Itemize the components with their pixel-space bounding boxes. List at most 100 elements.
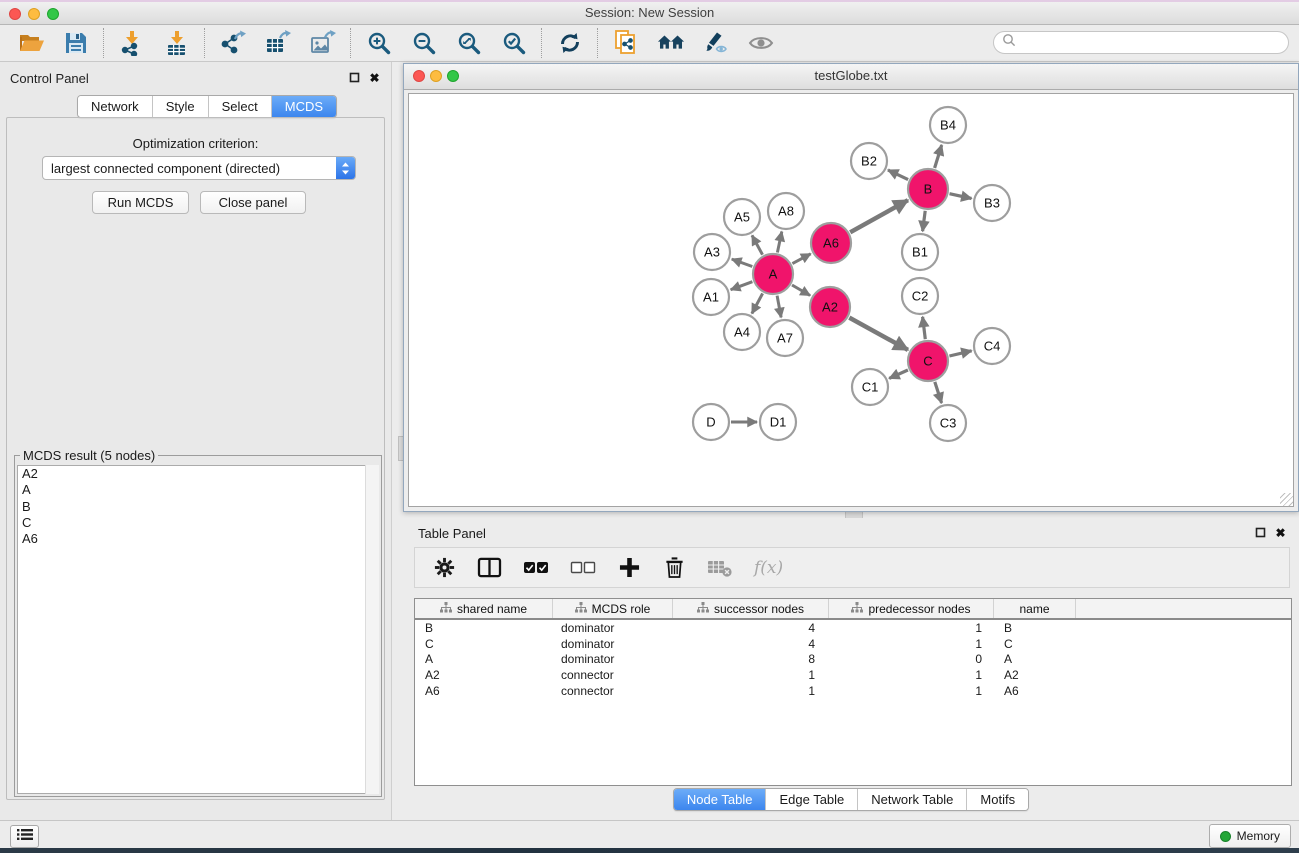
graph-edge-C-C4[interactable] (949, 351, 971, 356)
float-table-panel-icon[interactable] (1254, 526, 1267, 539)
network-window-titlebar[interactable]: testGlobe.txt (404, 64, 1298, 90)
save-session-icon[interactable] (62, 29, 90, 57)
resize-grip[interactable] (1280, 493, 1293, 506)
graph-node-C[interactable]: C (908, 341, 948, 381)
result-list-item[interactable]: A (18, 482, 378, 498)
graph-edge-A6-B[interactable] (850, 200, 908, 232)
graph-edge-C-C3[interactable] (935, 382, 942, 403)
graph-edge-A2-C[interactable] (849, 318, 908, 350)
status-menu-button[interactable] (10, 825, 39, 848)
graph-edge-A-A8[interactable] (777, 232, 781, 253)
graph-edge-A-A7[interactable] (777, 296, 781, 318)
export-table-icon[interactable] (264, 29, 292, 57)
table-cell[interactable]: 1 (829, 668, 994, 682)
search-input[interactable] (1021, 35, 1288, 51)
result-list-item[interactable]: A6 (18, 531, 378, 547)
delete-column-icon[interactable] (662, 555, 686, 581)
graph-node-A1[interactable]: A1 (693, 279, 729, 315)
close-window-button[interactable] (9, 8, 21, 20)
table-row[interactable]: A2connector11A2 (415, 667, 1291, 683)
tab-mcds[interactable]: MCDS (271, 96, 336, 117)
graph-node-D1[interactable]: D1 (760, 404, 796, 440)
result-list-item[interactable]: A2 (18, 466, 378, 482)
add-column-icon[interactable] (617, 555, 641, 581)
open-session-icon[interactable] (17, 29, 45, 57)
table-cell[interactable]: A (994, 652, 1076, 666)
graph-node-A5[interactable]: A5 (724, 199, 760, 235)
graph-edge-A-A1[interactable] (731, 282, 753, 290)
import-network-icon[interactable] (118, 29, 146, 57)
close-panel-icon[interactable]: ✖ (368, 71, 381, 84)
column-header-name[interactable]: name (994, 599, 1076, 618)
network-close-button[interactable] (413, 70, 425, 82)
result-list-item[interactable]: C (18, 515, 378, 531)
table-cell[interactable]: 1 (829, 621, 994, 635)
graph-node-A7[interactable]: A7 (767, 320, 803, 356)
table-tab-edge-table[interactable]: Edge Table (765, 789, 857, 810)
table-tab-motifs[interactable]: Motifs (966, 789, 1028, 810)
table-cell[interactable]: C (415, 637, 553, 651)
table-cell[interactable]: A (415, 652, 553, 666)
graph-node-C1[interactable]: C1 (852, 369, 888, 405)
settings-gear-icon[interactable] (432, 555, 456, 581)
table-row[interactable]: Adominator80A (415, 652, 1291, 668)
deselect-all-icon[interactable] (570, 555, 596, 581)
show-hide-icon[interactable] (747, 29, 775, 57)
graph-edge-A-A2[interactable] (792, 285, 810, 296)
graph-edge-C-C2[interactable] (923, 317, 926, 339)
mcds-result-list[interactable]: A2ABCA6 (17, 465, 379, 794)
import-table-icon[interactable] (163, 29, 191, 57)
zoom-in-icon[interactable] (365, 29, 393, 57)
graph-edge-A-A4[interactable] (752, 293, 763, 313)
export-image-icon[interactable] (309, 29, 337, 57)
network-zoom-button[interactable] (447, 70, 459, 82)
graph-node-A8[interactable]: A8 (768, 193, 804, 229)
table-cell[interactable]: 4 (673, 637, 829, 651)
table-cell[interactable]: A2 (415, 668, 553, 682)
table-cell[interactable]: 0 (829, 652, 994, 666)
result-list-item[interactable]: B (18, 499, 378, 515)
graph-node-C4[interactable]: C4 (974, 328, 1010, 364)
table-cell[interactable]: dominator (553, 621, 673, 635)
graph-node-B3[interactable]: B3 (974, 185, 1010, 221)
minimize-window-button[interactable] (28, 8, 40, 20)
table-tab-network-table[interactable]: Network Table (857, 789, 966, 810)
export-network-icon[interactable] (219, 29, 247, 57)
network-minimize-button[interactable] (430, 70, 442, 82)
column-header-predecessor-nodes[interactable]: predecessor nodes (829, 599, 994, 618)
graph-edge-A-A5[interactable] (752, 235, 763, 254)
graph-node-A6[interactable]: A6 (811, 223, 851, 263)
graph-node-A4[interactable]: A4 (724, 314, 760, 350)
table-cell[interactable]: B (994, 621, 1076, 635)
graph-node-C3[interactable]: C3 (930, 405, 966, 441)
zoom-window-button[interactable] (47, 8, 59, 20)
table-row[interactable]: A6connector11A6 (415, 683, 1291, 699)
close-panel-button[interactable]: Close panel (200, 191, 306, 214)
refresh-icon[interactable] (556, 29, 584, 57)
graph-node-C2[interactable]: C2 (902, 278, 938, 314)
neighbors-houses-icon[interactable] (657, 29, 685, 57)
select-all-icon[interactable] (523, 555, 549, 581)
tab-network[interactable]: Network (78, 96, 152, 117)
table-cell[interactable]: 8 (673, 652, 829, 666)
table-cell[interactable]: 1 (829, 684, 994, 698)
graph-edge-A-A3[interactable] (732, 259, 753, 266)
split-table-icon[interactable] (477, 555, 502, 581)
run-mcds-button[interactable]: Run MCDS (92, 191, 189, 214)
table-cell[interactable]: A6 (994, 684, 1076, 698)
graph-node-A2[interactable]: A2 (810, 287, 850, 327)
table-cell[interactable]: 1 (829, 637, 994, 651)
close-table-panel-icon[interactable]: ✖ (1274, 526, 1287, 539)
network-canvas[interactable]: B4B2BB3A5A8A6A3B1AA1C2A2A4A7C4CC1C3DD1 (408, 93, 1294, 507)
zoom-selected-icon[interactable] (500, 29, 528, 57)
table-cell[interactable]: connector (553, 684, 673, 698)
table-cell[interactable]: B (415, 621, 553, 635)
result-list-scrollbar[interactable] (365, 465, 379, 794)
graph-edge-B-B4[interactable] (935, 145, 942, 168)
table-cell[interactable]: dominator (553, 652, 673, 666)
table-row[interactable]: Cdominator41C (415, 636, 1291, 652)
graph-node-A[interactable]: A (753, 254, 793, 294)
tab-style[interactable]: Style (152, 96, 208, 117)
table-tab-node-table[interactable]: Node Table (674, 789, 766, 810)
new-network-from-selection-icon[interactable] (612, 29, 640, 57)
